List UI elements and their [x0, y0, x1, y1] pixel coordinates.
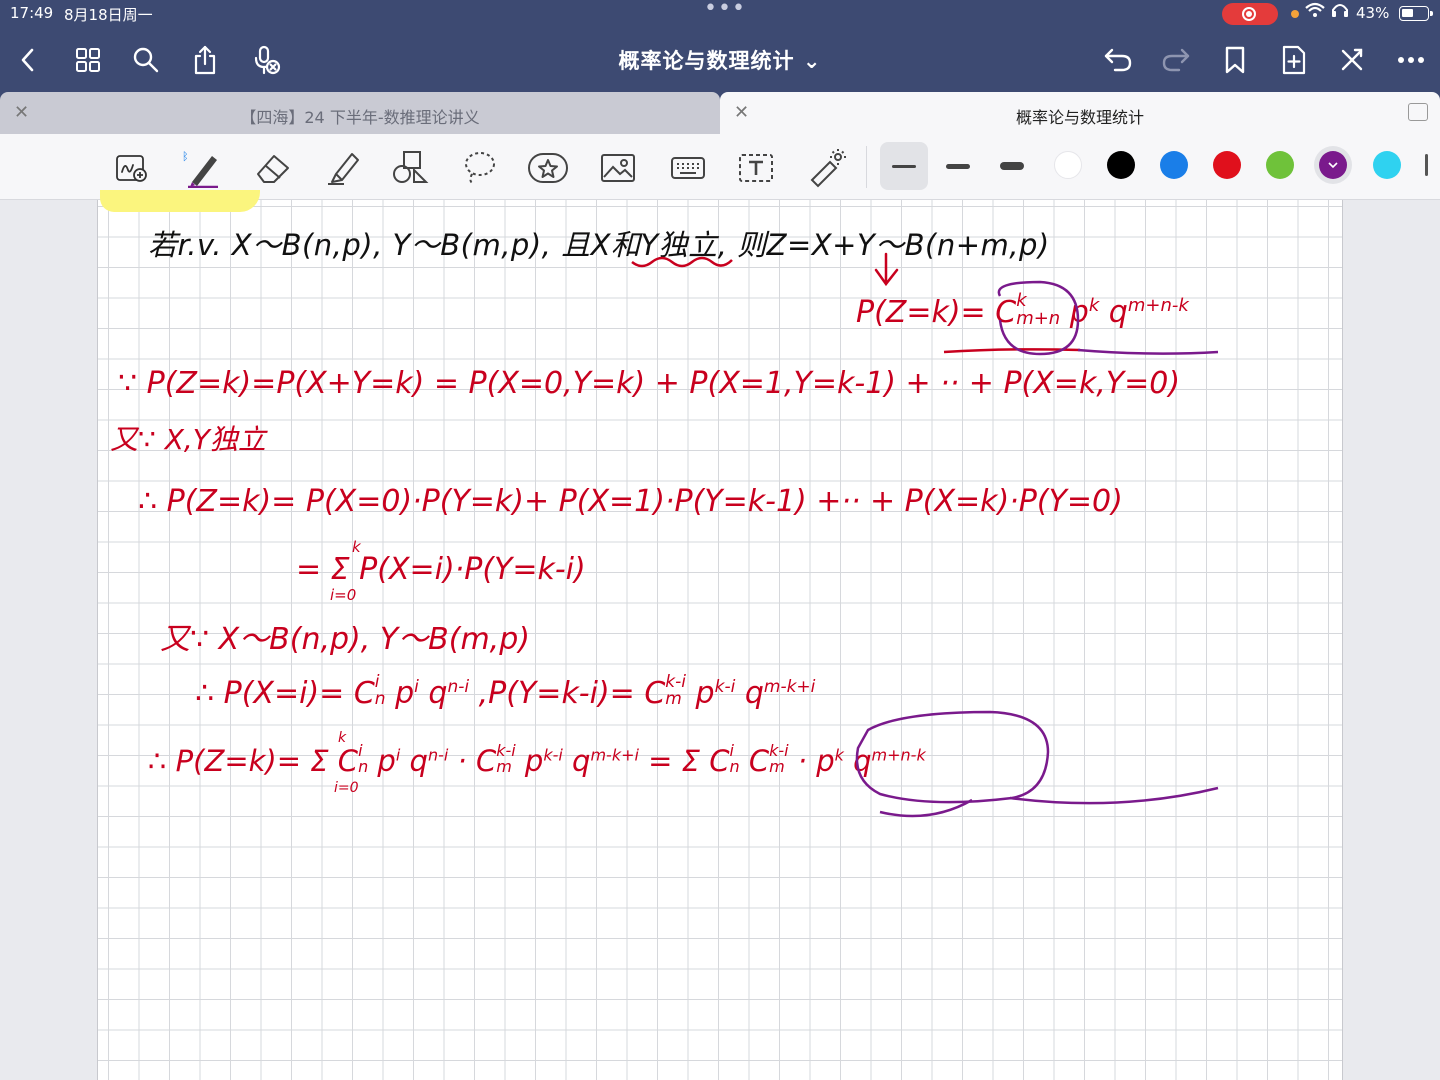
- circle-sum-coefficient: [855, 710, 1050, 804]
- result-underline-purple: [1077, 348, 1219, 355]
- annotation-strokes: [631, 252, 1219, 818]
- circle-combination: [997, 280, 1080, 356]
- underline-squiggle: [631, 256, 733, 268]
- down-arrow-icon: [874, 252, 899, 287]
